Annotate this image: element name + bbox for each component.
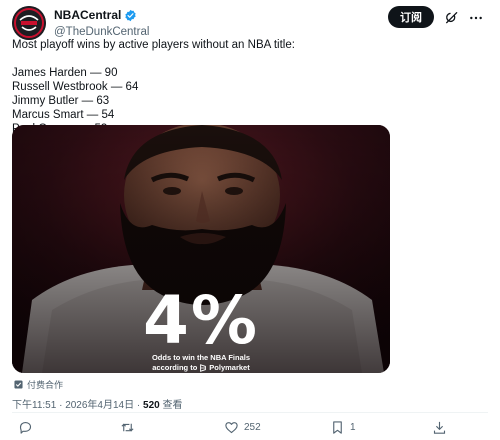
tweet-header: NBACentral @TheDunkCentral 订阅 [12,4,488,40]
paid-partnership-icon [14,380,23,389]
caption-line-1: Odds to win the NBA Finals [151,353,251,362]
divider [12,412,488,413]
tweet-action-bar: 252 1 [12,418,488,436]
bookmark-button[interactable]: 1 [330,418,356,436]
views-count: 520 [143,400,160,411]
share-icon [433,421,446,434]
retweet-icon [121,423,134,431]
grok-icon[interactable] [444,10,460,26]
reply-button[interactable] [18,418,38,436]
verified-badge-icon [125,9,136,21]
paid-partnership-label[interactable]: 付费合作 [14,378,63,391]
tweet-meta: 下午11:51 · 2026年4月14日 · 520 查看 [12,396,182,411]
reply-icon [19,421,32,434]
caption-brand: Polymarket [209,363,250,372]
bookmark-count: 1 [350,421,356,433]
media-caption: Odds to win the NBA Finals according to … [12,353,390,373]
like-icon [225,421,238,433]
list-item: Marcus Smart — 54 [12,109,115,121]
bookmark-icon [333,420,342,434]
list-item: Jimmy Butler — 63 [12,95,110,107]
caption-according-to: according to [152,363,198,372]
like-count: 252 [244,421,261,433]
tweet-date[interactable]: 2026年4月14日 [65,400,134,411]
odds-percentage: 4% [142,282,260,359]
share-button[interactable] [432,418,447,436]
like-button[interactable]: 252 [224,418,261,436]
display-name[interactable]: NBACentral [54,8,121,22]
retweet-button[interactable] [120,418,140,436]
list-item: James Harden — 90 [12,67,118,79]
caption-line-2: according to Polymarket [152,363,249,373]
paid-partnership-text: 付费合作 [27,380,64,390]
tweet-media-image[interactable]: 4% Odds to win the NBA Finals according … [12,125,390,373]
meta-separator: · [56,400,66,411]
account-name-block: NBACentral @TheDunkCentral [54,6,149,38]
meta-separator: · [134,400,144,411]
subscribe-button[interactable]: 订阅 [388,6,434,28]
avatar-logo-icon [12,6,46,40]
views-label: 查看 [159,400,183,411]
list-item: Russell Westbrook — 64 [12,81,139,93]
polymarket-logo-icon [200,364,207,372]
tweet-intro: Most playoff wins by active players with… [12,39,295,51]
tweet-time[interactable]: 下午11:51 [12,400,56,411]
more-icon[interactable] [468,10,484,26]
account-handle[interactable]: @TheDunkCentral [54,26,149,38]
avatar[interactable] [12,6,46,40]
tweet-text: Most playoff wins by active players with… [12,38,482,136]
